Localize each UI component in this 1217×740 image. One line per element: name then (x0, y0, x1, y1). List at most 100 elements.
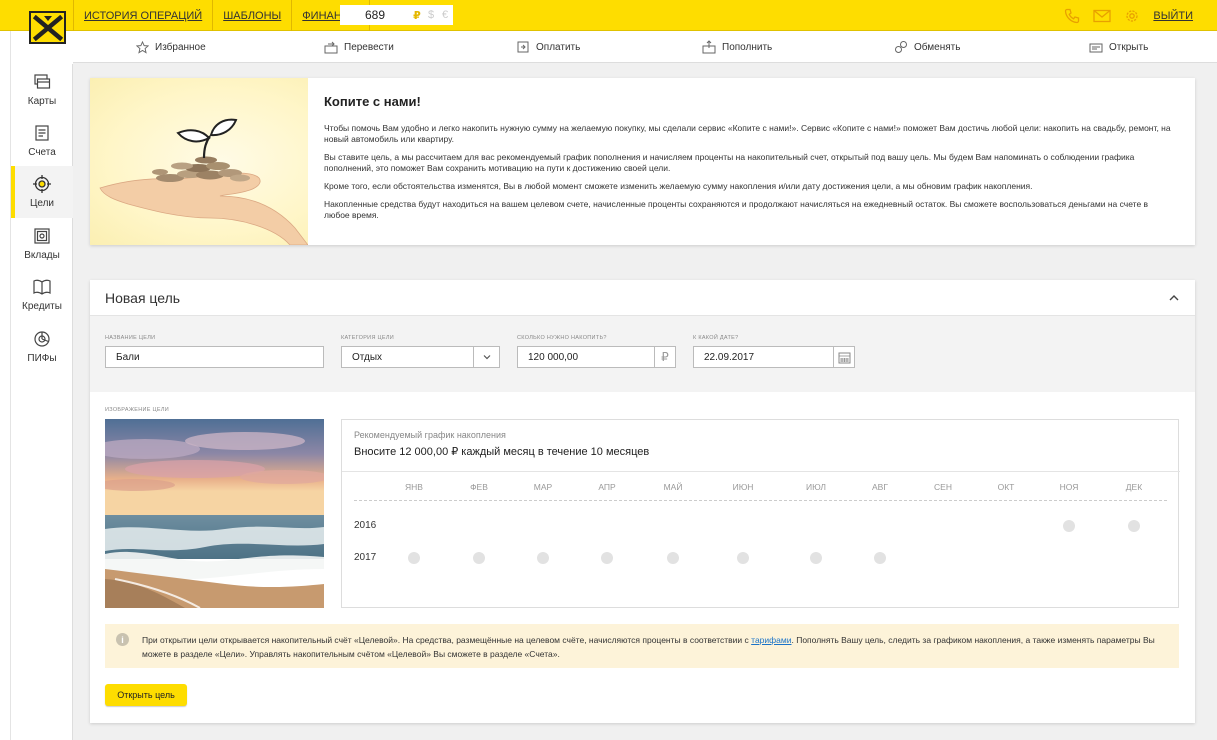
logo-mark-icon (29, 11, 66, 44)
goal-date-field: К КАКОЙ ДАТЕ? 22.09.2017 (693, 335, 855, 368)
open-goal-button[interactable]: Открыть цель (105, 684, 187, 706)
sidebar: Карты Счета Цели Вклады Кредиты ПИФы (11, 64, 73, 740)
currency-rub[interactable]: ₽ (410, 9, 424, 22)
calendar-icon[interactable] (833, 346, 855, 368)
promo-paragraph: Вы ставите цель, а мы рассчитаем для вас… (324, 152, 1135, 173)
nav-favorites[interactable]: Избранное (135, 31, 206, 63)
nav-label: Избранное (155, 41, 206, 53)
nav-exchange[interactable]: Обменять (894, 31, 960, 63)
phone-icon[interactable] (1063, 7, 1081, 25)
payment-dot (667, 552, 679, 564)
nav-label: Перевести (344, 41, 394, 53)
logout-link[interactable]: ВЫЙТИ (1153, 10, 1193, 22)
payment-dot (874, 552, 886, 564)
year-label: 2016 (354, 520, 377, 531)
sidebar-item-goals[interactable]: Цели (11, 166, 73, 218)
note-text-before: При открытии цели открывается накопитель… (142, 635, 752, 645)
field-label: КАТЕГОРИЯ ЦЕЛИ (341, 335, 395, 341)
nav-pay[interactable]: Оплатить (516, 31, 580, 63)
field-label: СКОЛЬКО НУЖНО НАКОПИТЬ? (517, 335, 607, 341)
goal-image-beach[interactable] (105, 419, 324, 608)
left-edge (0, 31, 11, 740)
sidebar-item-label: Кредиты (22, 301, 62, 312)
divider (342, 471, 1180, 472)
goal-name-field: НАЗВАНИЕ ЦЕЛИ Бали (105, 335, 324, 368)
sidebar-item-label: Вклады (24, 250, 60, 261)
chevron-down-icon[interactable] (473, 347, 499, 367)
goal-category-select[interactable]: Отдых (341, 346, 500, 368)
payment-dot (737, 552, 749, 564)
topup-icon (702, 40, 716, 54)
coins-in-hand-image (90, 78, 308, 245)
credit-icon (32, 277, 52, 297)
nav-label: Пополнить (722, 41, 773, 53)
sidebar-item-label: ПИФы (27, 353, 57, 364)
sidebar-item-deposits[interactable]: Вклады (11, 218, 73, 270)
month-label: МАЙ (663, 482, 683, 492)
goal-category-field: КАТЕГОРИЯ ЦЕЛИ Отдых (341, 335, 500, 368)
top-links: ИСТОРИЯ ОПЕРАЦИЙ ШАБЛОНЫ ФИНАНСЫ (73, 0, 371, 31)
nav-label: Обменять (914, 41, 961, 53)
ruble-icon: ₽ (654, 346, 676, 368)
payment-dot (1128, 520, 1140, 532)
transfer-icon (324, 40, 338, 54)
new-goal-card: Новая цель НАЗВАНИЕ ЦЕЛИ Бали КАТЕГОРИЯ … (90, 280, 1195, 723)
bank-logo[interactable] (11, 0, 73, 64)
month-label: АВГ (872, 482, 888, 492)
payment-dot (537, 552, 549, 564)
schedule-title: Вносите 12 000,00 ₽ каждый месяц в течен… (354, 446, 650, 458)
target-icon (32, 174, 52, 194)
tariffs-link[interactable]: тарифами (751, 635, 791, 645)
month-label: ЯНВ (405, 482, 423, 492)
pie-chart-icon (32, 329, 52, 349)
year-label: 2017 (354, 552, 377, 563)
sidebar-item-funds[interactable]: ПИФы (11, 321, 73, 373)
month-label: ОКТ (997, 482, 1015, 492)
balance-amount: 689 (364, 8, 386, 22)
sidebar-item-accounts[interactable]: Счета (11, 115, 73, 167)
note-text: При открытии цели открывается накопитель… (142, 633, 1162, 661)
top-bar: ИСТОРИЯ ОПЕРАЦИЙ ШАБЛОНЫ ФИНАНСЫ 689 ₽ $… (0, 0, 1217, 31)
sidebar-item-credits[interactable]: Кредиты (11, 269, 73, 321)
star-icon (135, 40, 149, 54)
promo-paragraph: Чтобы помочь Вам удобно и легко накопить… (324, 123, 1171, 144)
promo-title: Копите с нами! (324, 94, 421, 109)
open-account-icon (1089, 40, 1103, 54)
promo-paragraph: Накопленные средства будут находиться на… (324, 199, 1149, 220)
currency-eur[interactable]: € (438, 9, 452, 21)
gear-icon[interactable] (1123, 7, 1141, 25)
schedule-label: Рекомендуемый график накопления (354, 430, 506, 440)
card-icon (32, 72, 52, 92)
goal-header: Новая цель (90, 280, 1195, 316)
sidebar-item-label: Карты (27, 96, 57, 107)
nav-transfer[interactable]: Перевести (324, 31, 394, 63)
history-link[interactable]: ИСТОРИЯ ОПЕРАЦИЙ (73, 0, 212, 31)
goal-form: НАЗВАНИЕ ЦЕЛИ Бали КАТЕГОРИЯ ЦЕЛИ Отдых … (90, 316, 1195, 392)
goal-name-input[interactable]: Бали (105, 346, 324, 368)
chevron-up-icon[interactable] (1167, 291, 1181, 305)
nav-open[interactable]: Открыть (1089, 31, 1148, 63)
nav-topup[interactable]: Пополнить (702, 31, 772, 63)
goal-amount-input[interactable]: 120 000,00 (517, 346, 655, 368)
mail-icon[interactable] (1093, 7, 1112, 25)
savings-schedule: Рекомендуемый график накопления Вносите … (341, 419, 1180, 608)
info-icon: i (116, 633, 129, 646)
promo-paragraph: Кроме того, если обстоятельства изменятс… (324, 181, 1033, 191)
sidebar-item-cards[interactable]: Карты (11, 64, 73, 116)
goal-image-label: ИЗОБРАЖЕНИЕ ЦЕЛИ (105, 407, 170, 413)
nav-label: Открыть (1109, 41, 1149, 53)
month-label: СЕН (934, 482, 952, 492)
month-label: ИЮН (732, 482, 754, 492)
top-right-actions: ВЫЙТИ (1063, 0, 1193, 31)
payment-dot (473, 552, 485, 564)
payment-dot (810, 552, 822, 564)
pay-icon (516, 40, 530, 54)
info-note: i При открытии цели открывается накопите… (105, 624, 1179, 668)
safe-icon (32, 226, 52, 246)
goal-date-input[interactable]: 22.09.2017 (693, 346, 834, 368)
month-label: ИЮЛ (806, 482, 826, 492)
templates-link[interactable]: ШАБЛОНЫ (212, 0, 291, 31)
currency-usd[interactable]: $ (424, 9, 438, 21)
goal-title: Новая цель (105, 290, 181, 306)
balance-box[interactable]: 689 ₽ $ € (340, 5, 453, 25)
